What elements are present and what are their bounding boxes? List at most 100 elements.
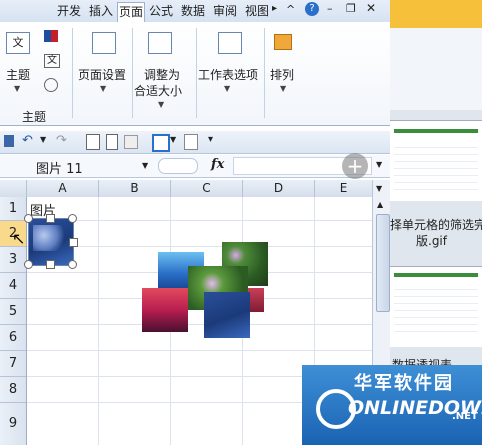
undo-icon[interactable]: ↶ [22,133,33,148]
sheet-options-label[interactable]: 工作表选项 [198,66,258,83]
tab-developer[interactable]: 开发 [56,2,82,21]
scale-to-fit-label-2[interactable]: 合适大小 [134,82,182,99]
chevron-down-icon[interactable]: ▼ [170,135,176,144]
row-header-4[interactable]: 4 [0,273,26,299]
scroll-up-icon[interactable]: ▲ [377,200,383,209]
name-box[interactable]: 图片 11 [36,158,83,177]
picture-content [33,225,69,251]
toolbar-doc-icon[interactable] [184,134,198,150]
strip-caption-2: 版.gif [416,234,447,248]
group-divider [132,28,133,118]
strip-thumbnail-1 [390,120,482,201]
grid-line [27,324,372,325]
page-setup-label[interactable]: 页面设置 [78,66,126,83]
resize-handle[interactable] [46,214,55,223]
theme-effects-icon[interactable] [44,78,58,92]
formula-bar: 图片 11 ▼ fx + ▼ [0,153,390,179]
group-divider [196,28,197,118]
insert-function-button[interactable]: fx [211,157,224,172]
row-header-1[interactable]: 1 [0,197,26,221]
tab-formulas[interactable]: 公式 [148,2,174,21]
column-header-e[interactable]: E [315,180,372,197]
print-preview-icon[interactable] [86,134,100,150]
chevron-down-icon: ▼ [224,84,231,93]
picture-sunset[interactable] [142,288,188,332]
chevron-down-icon[interactable]: ▼ [376,160,382,169]
themes-icon[interactable]: 文 [6,32,30,54]
close-window-icon[interactable]: ✕ [366,1,376,15]
tab-page-layout[interactable]: 页面 [117,2,145,23]
scrollbar-thumb[interactable] [376,214,390,312]
grid-line [27,246,372,247]
resize-handle[interactable] [68,214,77,223]
picture-blue-tree[interactable] [204,292,250,338]
resize-handle[interactable] [24,214,33,223]
thumb-bar [394,273,478,277]
page-setup-icon[interactable] [92,32,116,54]
arrange-label[interactable]: 排列 [270,66,294,83]
mouse-cursor-icon: ↖ [12,229,26,248]
row-header-7[interactable]: 7 [0,351,26,377]
column-header-d[interactable]: D [243,180,315,197]
tab-review[interactable]: 审阅 [212,2,238,21]
theme-colors-icon[interactable] [44,30,58,42]
row-header-6[interactable]: 6 [0,325,26,351]
row-header-8[interactable]: 8 [0,377,26,403]
shape-icon[interactable] [152,134,170,152]
restore-window-icon[interactable]: ❐ [346,2,356,15]
group-divider [72,28,73,118]
column-header-b[interactable]: B [99,180,171,197]
arrange-icon[interactable] [274,34,292,50]
select-all-corner[interactable] [0,180,27,197]
watermark-suffix: .NET [452,411,478,422]
chevron-down-icon[interactable]: ▼ [40,135,46,144]
group-divider [264,28,265,118]
theme-fonts-icon[interactable]: 文 [44,54,60,68]
column-header-a[interactable]: A [27,180,99,197]
minimize-ribbon-icon[interactable]: ^ [286,3,295,16]
column-headers: A B C D E [0,180,372,198]
chevron-down-icon: ▼ [280,84,287,93]
ribbon-page-layout: 文 主题 ▼ 文 主题 页面设置 ▼ 调整为 合适大小 ▼ 工作表选项 ▼ 排列… [0,22,390,126]
ribbon-tab-bar: 开发 插入 页面 公式 数据 审阅 视图 ▸ ^ ? – ❐ ✕ [0,0,390,23]
save-icon[interactable] [4,135,14,147]
theme-group-label: 主题 [22,110,47,124]
new-document-icon[interactable] [106,134,118,150]
watermark-logo: 华军软件园 ONLINEDOWN .NET [302,365,482,445]
selected-picture[interactable] [28,218,74,266]
tab-view[interactable]: 视图 [244,2,270,21]
customize-toolbar-icon[interactable]: ▾ [208,134,213,145]
chevron-down-icon: ▼ [14,84,21,93]
redo-icon[interactable]: ↷ [56,133,67,148]
row-header-3[interactable]: 3 [0,247,26,273]
formula-divider [158,158,198,174]
expand-plus-icon[interactable]: + [342,153,368,179]
sheet-options-icon[interactable] [218,32,242,54]
tab-scroll-icon[interactable]: ▸ [272,3,277,14]
strip-thumbnail-2 [390,266,482,347]
resize-handle[interactable] [24,260,33,269]
resize-handle[interactable] [69,238,78,247]
column-header-c[interactable]: C [171,180,243,197]
help-icon[interactable]: ? [305,2,319,16]
thumb-grid [394,141,478,191]
row-header-9[interactable]: 9 [0,403,26,445]
resize-handle[interactable] [68,260,77,269]
format-painter-icon[interactable] [124,135,138,149]
tab-insert[interactable]: 插入 [88,2,114,21]
picture-sunset-edge [248,288,264,312]
thumb-grid [394,283,478,337]
minimize-window-icon[interactable]: – [327,2,333,15]
strip-blank-area [390,28,482,110]
quick-access-toolbar: ↶ ▼ ↷ ▼ ▾ [0,131,390,154]
resize-handle[interactable] [46,260,55,269]
chevron-down-icon[interactable]: ▼ [142,161,148,170]
row-header-5[interactable]: 5 [0,299,26,325]
grid-line [98,197,99,445]
chevron-down-icon: ▼ [158,100,165,109]
scale-to-fit-label-1[interactable]: 调整为 [144,66,180,83]
themes-button-label[interactable]: 主题 [6,66,30,83]
tab-data[interactable]: 数据 [180,2,206,21]
scale-to-fit-icon[interactable] [148,32,172,54]
chevron-down-icon[interactable]: ▼ [376,184,382,193]
